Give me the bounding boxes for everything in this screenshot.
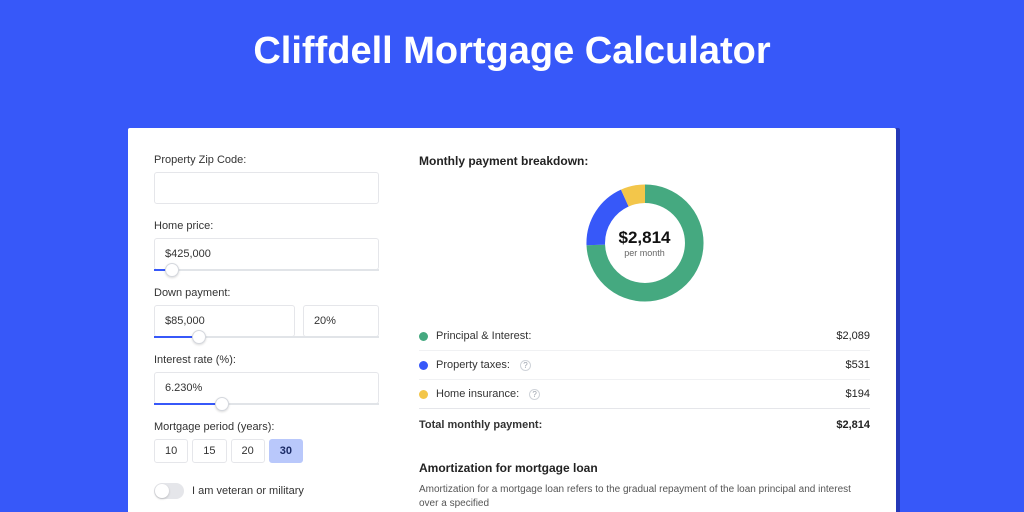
period-button-group: 10152030: [154, 439, 379, 463]
period-button-20[interactable]: 20: [231, 439, 265, 463]
breakdown-column: Monthly payment breakdown: $2,814 per mo…: [399, 154, 870, 502]
legend-row: Property taxes:? $531: [419, 350, 870, 379]
interest-rate-input[interactable]: [154, 372, 379, 404]
legend-value: $531: [846, 359, 870, 371]
slider-thumb-icon[interactable]: [165, 263, 179, 277]
down-payment-slider[interactable]: [154, 336, 379, 338]
info-icon[interactable]: ?: [529, 389, 540, 400]
legend-value: $194: [846, 388, 870, 400]
down-payment-pct-input[interactable]: [303, 305, 379, 337]
period-button-10[interactable]: 10: [154, 439, 188, 463]
swatch-icon: [419, 390, 428, 399]
veteran-label: I am veteran or military: [192, 485, 304, 497]
period-button-15[interactable]: 15: [192, 439, 226, 463]
veteran-toggle[interactable]: [154, 483, 184, 499]
zip-label: Property Zip Code:: [154, 154, 379, 166]
legend-row: Home insurance:? $194: [419, 379, 870, 408]
form-column: Property Zip Code: Home price: Down paym…: [154, 154, 399, 502]
total-value: $2,814: [836, 419, 870, 431]
donut-center-sub: per month: [624, 248, 665, 258]
interest-rate-slider[interactable]: [154, 403, 379, 405]
swatch-icon: [419, 332, 428, 341]
total-label: Total monthly payment:: [419, 419, 542, 431]
slider-thumb-icon[interactable]: [215, 397, 229, 411]
legend-label: Principal & Interest:: [436, 330, 531, 342]
interest-rate-label: Interest rate (%):: [154, 354, 379, 366]
swatch-icon: [419, 361, 428, 370]
amortization-text: Amortization for a mortgage loan refers …: [419, 483, 870, 511]
home-price-label: Home price:: [154, 220, 379, 232]
payment-donut-chart: $2,814 per month: [580, 178, 710, 308]
page-background: Cliffdell Mortgage Calculator Property Z…: [0, 0, 1024, 512]
donut-center-value: $2,814: [619, 228, 671, 248]
legend-value: $2,089: [836, 330, 870, 342]
legend-label: Home insurance:: [436, 388, 519, 400]
toggle-knob-icon: [155, 484, 169, 498]
down-payment-input[interactable]: [154, 305, 295, 337]
breakdown-legend: Principal & Interest: $2,089 Property taxe…: [419, 322, 870, 408]
home-price-input[interactable]: [154, 238, 379, 270]
calculator-card: Property Zip Code: Home price: Down paym…: [128, 128, 896, 512]
period-label: Mortgage period (years):: [154, 421, 379, 433]
down-payment-label: Down payment:: [154, 287, 379, 299]
legend-row: Principal & Interest: $2,089: [419, 322, 870, 350]
period-button-30[interactable]: 30: [269, 439, 303, 463]
page-title: Cliffdell Mortgage Calculator: [0, 0, 1024, 93]
home-price-slider[interactable]: [154, 269, 379, 271]
legend-label: Property taxes:: [436, 359, 510, 371]
zip-input[interactable]: [154, 172, 379, 204]
slider-thumb-icon[interactable]: [192, 330, 206, 344]
amortization-title: Amortization for mortgage loan: [419, 461, 870, 475]
info-icon[interactable]: ?: [520, 360, 531, 371]
total-row: Total monthly payment: $2,814: [419, 408, 870, 439]
breakdown-title: Monthly payment breakdown:: [419, 154, 870, 168]
